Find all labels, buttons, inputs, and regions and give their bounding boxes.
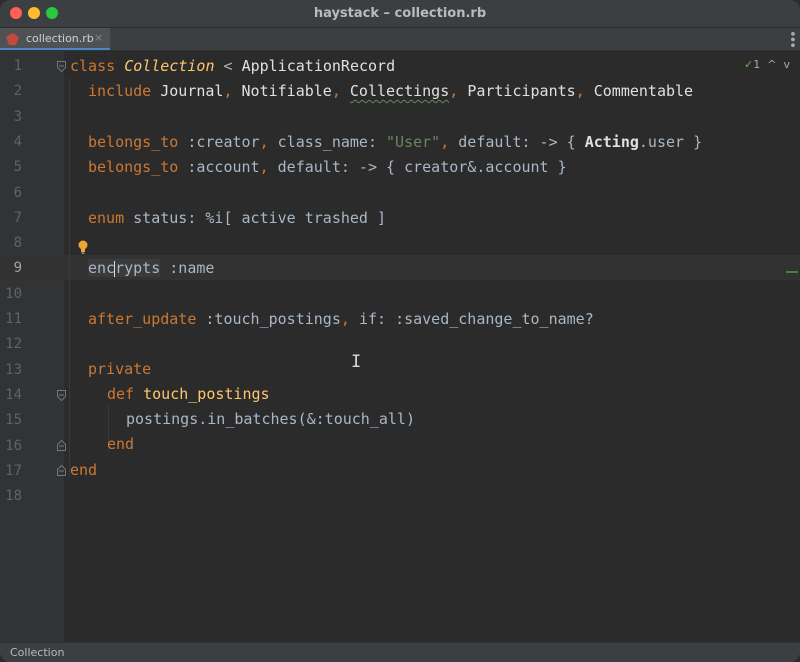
code-line-15[interactable]: postings.in_batches(&:touch_all) (126, 407, 415, 432)
code-line-2[interactable]: include Journal, Notifiable, Collectings… (88, 79, 693, 104)
line-number: 18 (5, 488, 22, 505)
line-number: 11 (5, 311, 22, 327)
line-number: 6 (13, 184, 22, 201)
ide-window: haystack – collection.rb collection.rb ×… (0, 0, 800, 662)
code-line-7[interactable]: enum status: %i[ active trashed ] (88, 206, 386, 231)
editor-tab-bar: collection.rb × ••• (0, 28, 800, 51)
next-highlight-button[interactable]: v (783, 58, 790, 71)
line-number: 9 (13, 260, 22, 277)
fold-icon[interactable] (57, 465, 66, 476)
breadcrumb[interactable]: Collection (10, 646, 64, 659)
inspection-count: 1 (753, 58, 761, 71)
tab-close-icon[interactable]: × (94, 31, 103, 44)
code-line-11[interactable]: after_update :touch_postings, if: :saved… (88, 307, 594, 332)
line-number: 13 (5, 361, 22, 378)
more-vertical-icon[interactable]: ••• (784, 30, 799, 47)
line-number: 17 (5, 462, 22, 479)
line-number: 12 (5, 336, 22, 353)
error-stripe-mark[interactable] (786, 271, 798, 273)
line-number: 1 (13, 58, 22, 74)
title-bar: haystack – collection.rb (0, 0, 800, 28)
line-number: 7 (13, 209, 22, 226)
indent-guide (69, 78, 70, 478)
lightbulb-icon[interactable] (77, 240, 89, 254)
code-line-13[interactable]: private (88, 357, 151, 382)
code-line-9[interactable]: encrypts :name (88, 256, 214, 281)
code-line-1[interactable]: class Collection < ApplicationRecord (70, 54, 395, 79)
line-number: 3 (13, 108, 22, 125)
line-number: 5 (13, 159, 22, 176)
status-bar: Collection (0, 642, 800, 662)
line-number: 4 (13, 133, 22, 150)
line-number: 8 (13, 235, 22, 252)
previous-highlight-button[interactable]: ^ (767, 58, 776, 71)
check-icon: ✓ (744, 58, 754, 71)
line-number: 2 (13, 83, 22, 100)
line-number: 15 (5, 412, 22, 429)
window-title: haystack – collection.rb (313, 6, 487, 21)
fold-icon[interactable] (57, 390, 66, 401)
line-number: 14 (5, 386, 22, 403)
code-line-16[interactable]: end (107, 432, 134, 457)
code-line-4[interactable]: belongs_to :creator, class_name: "User",… (88, 130, 702, 155)
fold-icon[interactable] (57, 440, 66, 451)
ruby-file-icon (6, 33, 19, 45)
fold-icon[interactable] (57, 61, 66, 72)
code-line-17[interactable]: end (70, 458, 97, 483)
tab-label: collection.rb (26, 32, 94, 45)
tab-collection-rb[interactable]: collection.rb × (0, 28, 110, 50)
code-line-5[interactable]: belongs_to :account, default: -> { creat… (88, 155, 567, 180)
line-number: 10 (5, 285, 22, 302)
line-number: 16 (5, 437, 22, 454)
code-line-14[interactable]: def touch_postings (107, 382, 270, 407)
text-cursor-ibeam: I (351, 352, 362, 372)
inspection-widget[interactable]: ✓1 ^ v (744, 58, 790, 71)
